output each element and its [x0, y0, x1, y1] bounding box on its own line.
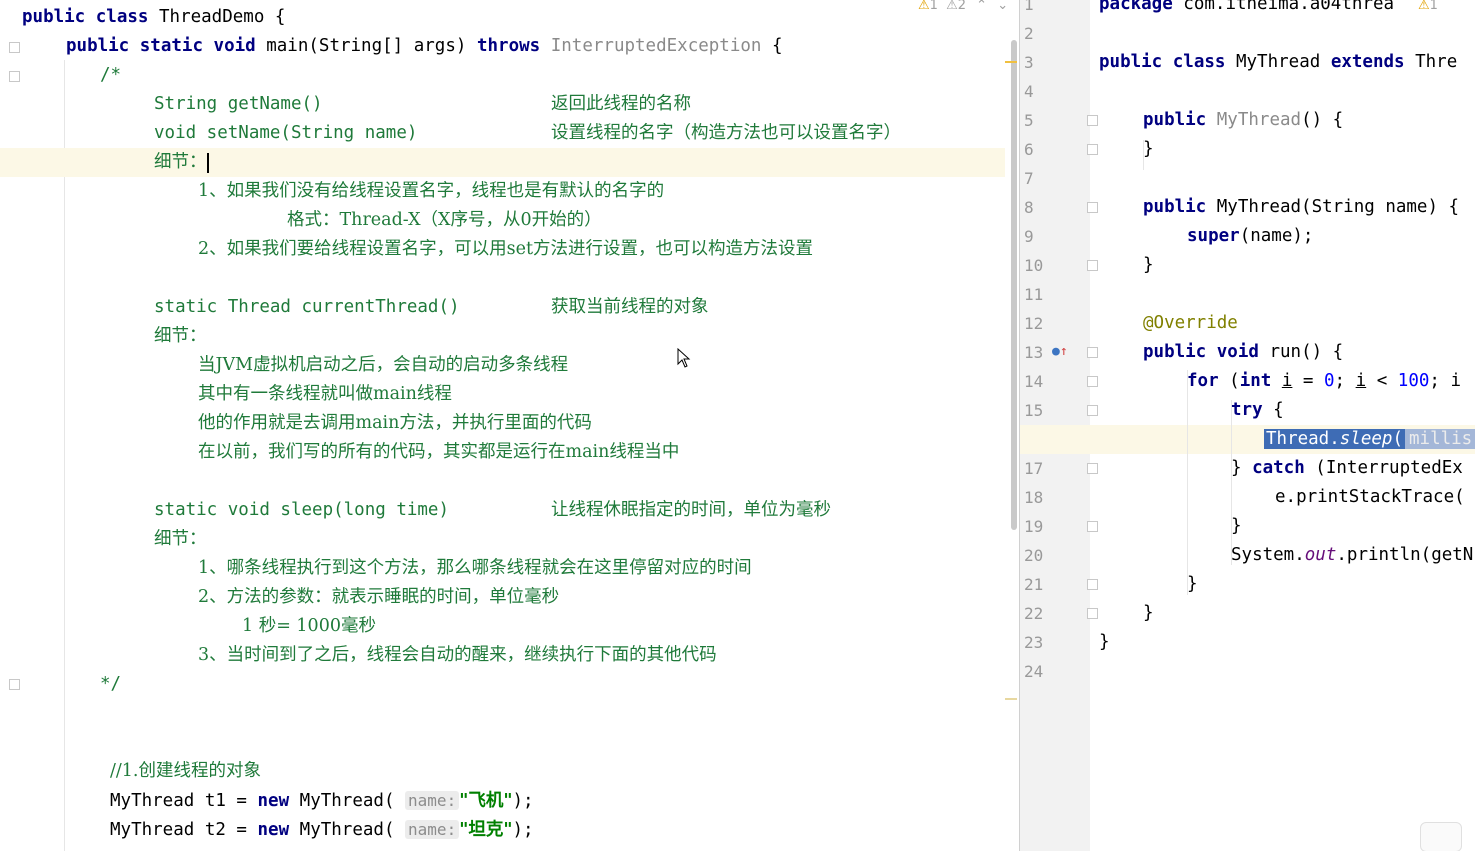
- code-line[interactable]: public MyThread() {: [1143, 106, 1475, 135]
- line-number[interactable]: 18: [1024, 483, 1064, 512]
- comment-line[interactable]: 1、哪条线程执行到这个方法，那么哪条线程就会在这里停留对应的时间: [198, 554, 1019, 583]
- code-line[interactable]: package com.itheima.a04threa: [1099, 0, 1475, 19]
- code-line[interactable]: super(name);: [1187, 222, 1475, 251]
- code-line[interactable]: public class ThreadDemo {: [22, 3, 1019, 32]
- comment-line[interactable]: 格式：Thread-X（X序号，从0开始的）: [287, 206, 1019, 235]
- selected-text[interactable]: Thread.sleep(: [1264, 429, 1405, 449]
- comment-line[interactable]: */: [100, 670, 1019, 699]
- fold-marker[interactable]: [9, 679, 20, 690]
- line-number[interactable]: 5: [1024, 106, 1064, 135]
- comment-line[interactable]: 让线程休眠指定的时间，单位为毫秒: [551, 496, 1019, 525]
- mouse-pointer-icon: [677, 348, 691, 368]
- line-number[interactable]: 7: [1024, 164, 1064, 193]
- text-caret: [206, 152, 209, 173]
- comment-line[interactable]: 他的作用就是去调用main方法，并执行里面的代码: [198, 409, 1019, 438]
- line-number[interactable]: 23: [1024, 628, 1064, 657]
- line-number[interactable]: 15: [1024, 396, 1064, 425]
- comment-line[interactable]: 当JVM虚拟机启动之后，会自动的启动多条线程: [198, 351, 1019, 380]
- code-line[interactable]: }: [1143, 599, 1475, 628]
- parameter-hint: name:: [405, 791, 460, 810]
- comment-line[interactable]: 细节：: [154, 525, 1019, 554]
- line-number[interactable]: 20: [1024, 541, 1064, 570]
- code-line[interactable]: @Override: [1143, 309, 1475, 338]
- line-number[interactable]: 12: [1024, 309, 1064, 338]
- line-number[interactable]: 8: [1024, 193, 1064, 222]
- line-number[interactable]: 6: [1024, 135, 1064, 164]
- error-stripe-mark[interactable]: [1005, 61, 1017, 63]
- comment-line[interactable]: 返回此线程的名称: [551, 90, 1019, 119]
- code-line[interactable]: }: [1099, 628, 1475, 657]
- comment-line[interactable]: /*: [100, 61, 1019, 90]
- comment-line[interactable]: 3、当时间到了之后，线程会自动的醒来，继续执行下面的其他代码: [198, 641, 1019, 670]
- comment-line[interactable]: 细节：: [154, 322, 1019, 351]
- code-line[interactable]: public static void main(String[] args) t…: [66, 32, 1019, 61]
- fold-marker[interactable]: [1087, 463, 1098, 474]
- fold-marker[interactable]: [1087, 376, 1098, 387]
- floating-widget-icon[interactable]: [1420, 822, 1462, 851]
- comment-line[interactable]: 2、方法的参数：就表示睡眠的时间，单位毫秒: [198, 583, 1019, 612]
- code-line[interactable]: }: [1143, 251, 1475, 280]
- comment-line[interactable]: 1 秒= 1000毫秒: [242, 612, 1019, 641]
- comment-line[interactable]: 2、如果我们要给线程设置名字，可以用set方法进行设置，也可以构造方法设置: [198, 235, 1019, 264]
- scrollbar-thumb[interactable]: [1011, 40, 1017, 530]
- comment-line[interactable]: //1.创建线程的对象: [110, 757, 1019, 786]
- line-number[interactable]: 22: [1024, 599, 1064, 628]
- code-line[interactable]: }: [1231, 512, 1475, 541]
- code-line[interactable]: public MyThread(String name) {: [1143, 193, 1475, 222]
- error-stripe-mark[interactable]: [1005, 698, 1017, 700]
- line-number[interactable]: 24: [1024, 657, 1064, 686]
- comment-line[interactable]: 在以前，我们写的所有的代码，其实都是运行在main线程当中: [198, 438, 1019, 467]
- fold-marker[interactable]: [9, 42, 20, 53]
- fold-marker[interactable]: [1087, 347, 1098, 358]
- line-number[interactable]: 14: [1024, 367, 1064, 396]
- code-line[interactable]: } catch (InterruptedEx: [1231, 454, 1475, 483]
- parameter-hint: millis:: [1405, 429, 1475, 449]
- line-number[interactable]: 1: [1024, 0, 1064, 19]
- left-gutter[interactable]: [0, 0, 62, 851]
- line-number[interactable]: 21: [1024, 570, 1064, 599]
- fold-marker[interactable]: [1087, 260, 1098, 271]
- override-icon[interactable]: ●↑: [1052, 344, 1068, 359]
- code-line[interactable]: public class MyThread extends Thre: [1099, 48, 1475, 77]
- code-line[interactable]: MyThread t2 = new MyThread( name: "坦克");: [110, 815, 1019, 844]
- line-number[interactable]: 9: [1024, 222, 1064, 251]
- code-line[interactable]: }: [1143, 135, 1475, 164]
- code-line[interactable]: public void run() {: [1143, 338, 1475, 367]
- fold-marker[interactable]: [9, 71, 20, 82]
- comment-line[interactable]: 其中有一条线程就叫做main线程: [198, 380, 1019, 409]
- left-editor[interactable]: 💡 ⚠1 ⚠2 ⌃ ⌄ public class ThreadDemo { pu…: [0, 0, 1019, 851]
- fold-marker[interactable]: [1087, 202, 1098, 213]
- fold-marker[interactable]: [1087, 579, 1098, 590]
- line-number[interactable]: 19: [1024, 512, 1064, 541]
- code-line[interactable]: MyThread t1 = new MyThread( name: "飞机");: [110, 786, 1019, 815]
- code-line[interactable]: for (int i = 0; i < 100; i: [1187, 367, 1475, 396]
- comment-line[interactable]: 获取当前线程的对象: [551, 293, 1019, 322]
- code-line[interactable]: }: [1187, 570, 1475, 599]
- line-number[interactable]: 10: [1024, 251, 1064, 280]
- fold-marker[interactable]: [1087, 521, 1098, 532]
- line-number[interactable]: 4: [1024, 77, 1064, 106]
- fold-marker[interactable]: [1087, 144, 1098, 155]
- right-editor[interactable]: 123456789101112131415161718192021222324 …: [1020, 0, 1475, 851]
- code-line[interactable]: e.printStackTrace(: [1275, 483, 1475, 512]
- fold-marker[interactable]: [1087, 405, 1098, 416]
- line-number[interactable]: 2: [1024, 19, 1064, 48]
- code-line[interactable]: try {: [1231, 396, 1475, 425]
- code-line[interactable]: Thread.sleep(millis:: [1264, 425, 1475, 454]
- comment-line[interactable]: 细节：: [154, 148, 1019, 177]
- line-number[interactable]: 17: [1024, 454, 1064, 483]
- parameter-hint: name:: [405, 820, 460, 839]
- code-line[interactable]: System.out.println(getN: [1231, 541, 1475, 570]
- fold-marker[interactable]: [1087, 115, 1098, 126]
- line-number[interactable]: 3: [1024, 48, 1064, 77]
- fold-marker[interactable]: [1087, 608, 1098, 619]
- line-number[interactable]: 11: [1024, 280, 1064, 309]
- comment-line[interactable]: 1、如果我们没有给线程设置名字，线程也是有默认的名字的: [198, 177, 1019, 206]
- comment-line[interactable]: 设置线程的名字（构造方法也可以设置名字）: [551, 119, 1019, 148]
